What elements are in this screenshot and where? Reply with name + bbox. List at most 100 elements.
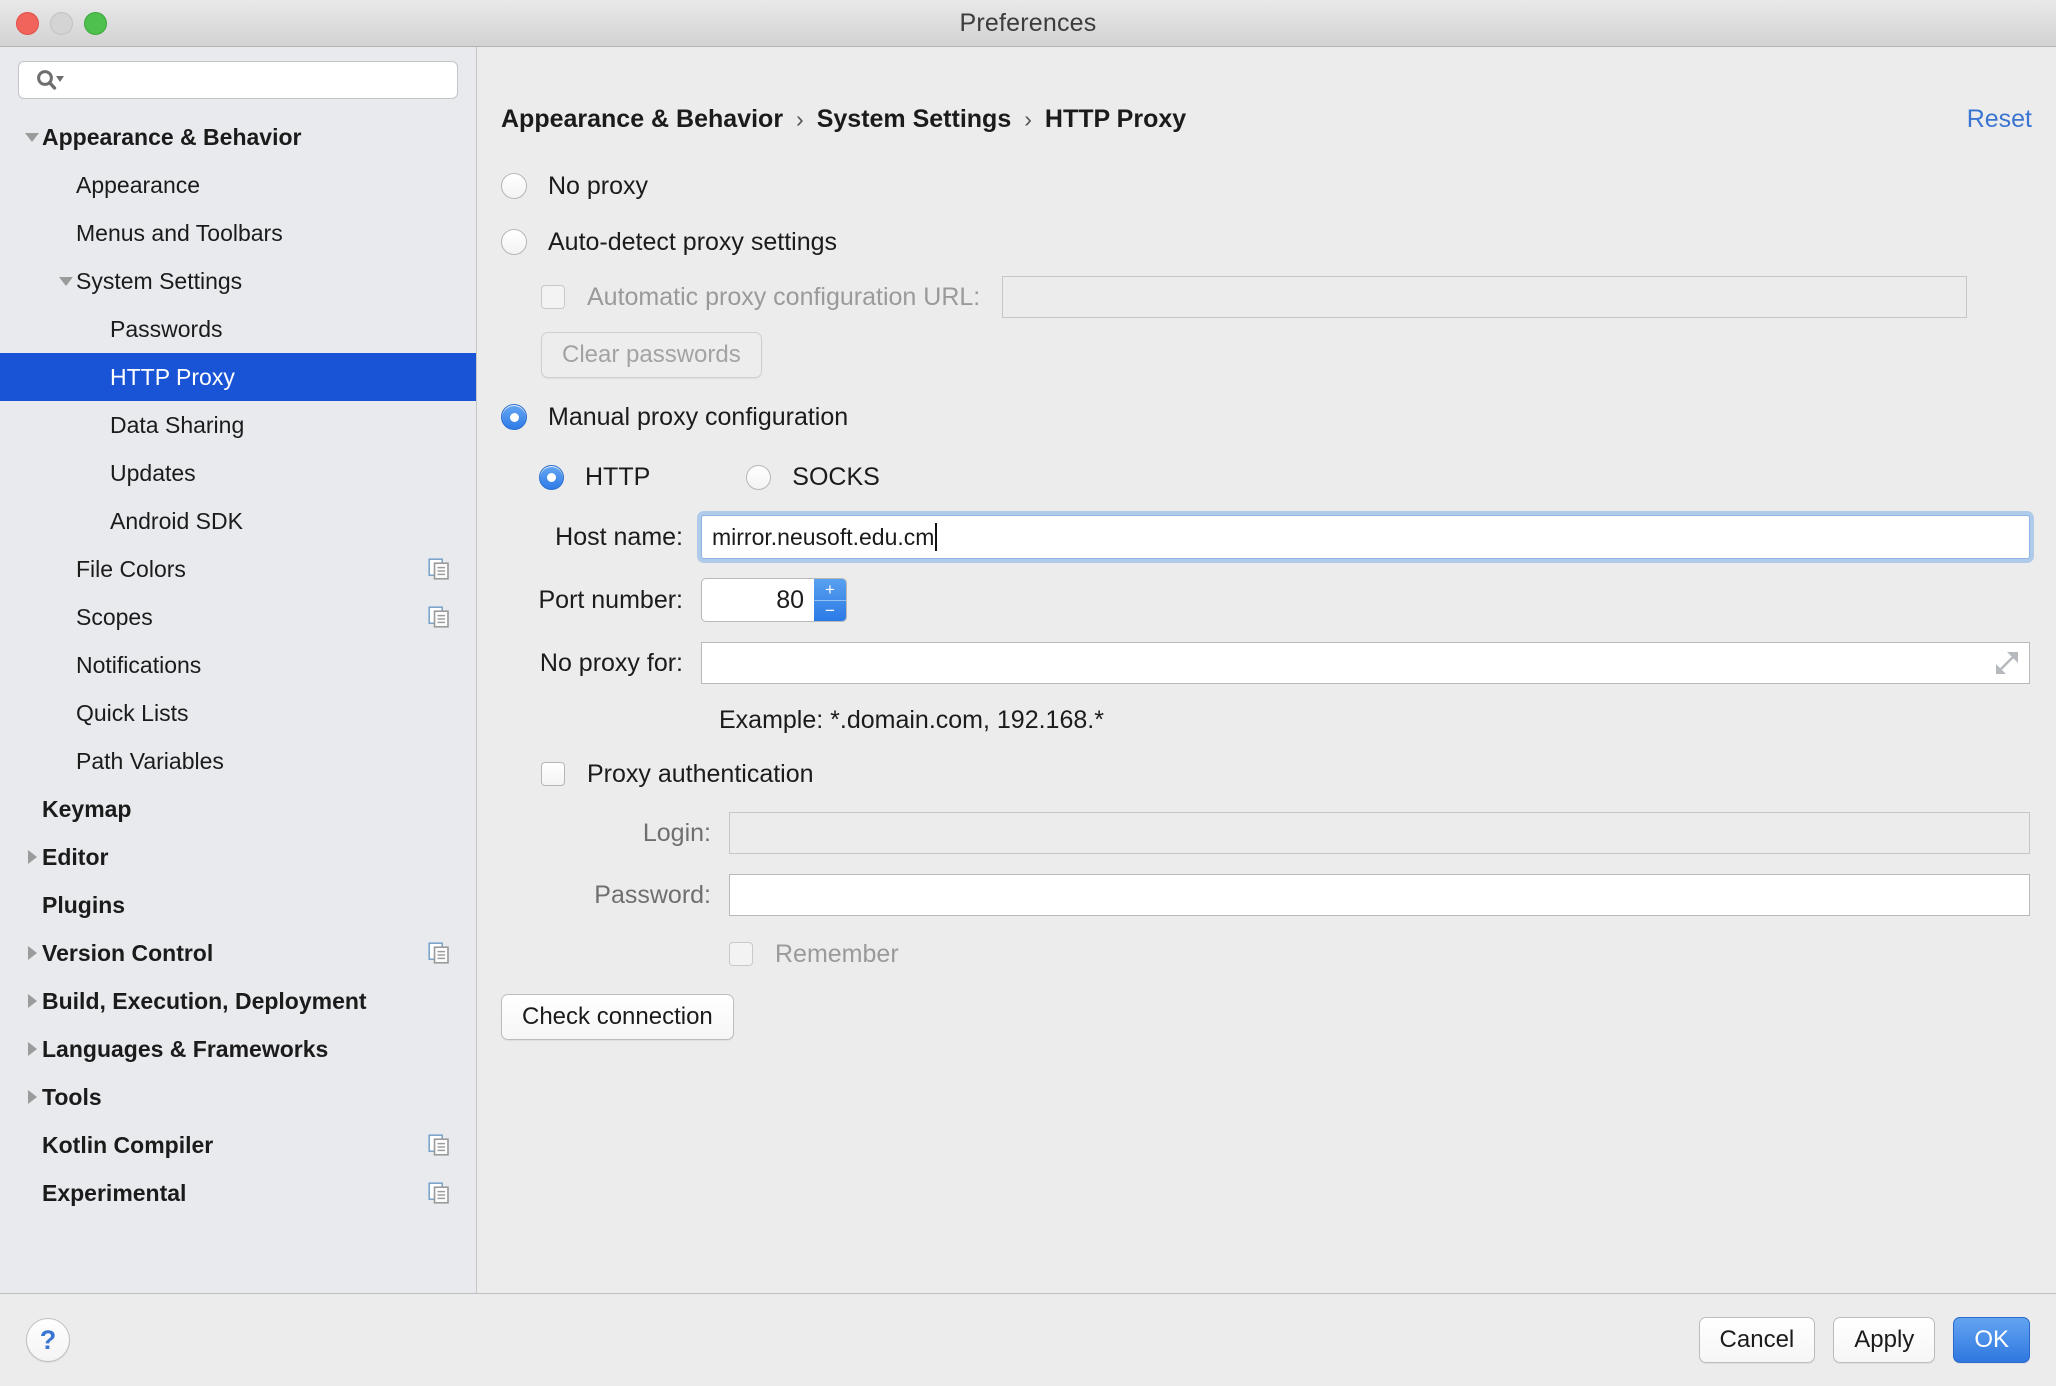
sidebar-item-kotlin-compiler[interactable]: Kotlin Compiler [0,1121,476,1169]
search-input[interactable] [65,69,457,91]
example-row: Example: *.domain.com, 192.168.* [501,694,2042,746]
help-button[interactable]: ? [26,1318,70,1362]
port-increment-button[interactable]: + [814,579,846,601]
socks-radio[interactable] [746,464,772,490]
auto-detect-label: Auto-detect proxy settings [548,227,838,256]
breadcrumb-separator: › [796,106,804,132]
sidebar-item-experimental[interactable]: Experimental [0,1169,476,1217]
sidebar-item-path-variables[interactable]: Path Variables [0,737,476,785]
no-proxy-option[interactable]: No proxy [501,158,2042,214]
clear-passwords-button[interactable]: Clear passwords [541,332,762,378]
clear-passwords-row: Clear passwords [501,324,2042,386]
breadcrumb-item-appearance-behavior[interactable]: Appearance & Behavior [501,105,783,134]
chevron-down-icon[interactable] [56,271,76,291]
manual-proxy-radio[interactable] [501,404,527,430]
breadcrumb-separator: › [1024,106,1032,132]
chevron-down-icon[interactable] [22,127,42,147]
copy-settings-icon[interactable] [428,942,450,964]
sidebar-item-tools[interactable]: Tools [0,1073,476,1121]
protocol-row: HTTP SOCKS [501,448,2042,506]
pac-url-input[interactable] [1002,276,1968,318]
chevron-right-icon[interactable] [22,1039,42,1059]
port-number-stepper[interactable]: 80 + − [701,578,847,622]
sidebar-item-label: HTTP Proxy [110,363,235,390]
chevron-right-icon[interactable] [22,847,42,867]
auto-detect-option[interactable]: Auto-detect proxy settings [501,214,2042,270]
reset-link[interactable]: Reset [1967,105,2032,134]
sidebar-item-label: Version Control [42,939,214,966]
sidebar-item-label: Build, Execution, Deployment [42,987,367,1014]
breadcrumb-item-system-settings[interactable]: System Settings [817,105,1012,134]
chevron-right-icon[interactable] [22,1087,42,1107]
proxy-auth-checkbox[interactable] [541,762,565,786]
copy-settings-icon[interactable] [428,606,450,628]
password-input[interactable] [729,874,2030,916]
copy-settings-icon[interactable] [428,1182,450,1204]
sidebar-item-keymap[interactable]: Keymap [0,785,476,833]
sidebar-item-label: Android SDK [110,507,243,534]
sidebar-item-build-execution-deployment[interactable]: Build, Execution, Deployment [0,977,476,1025]
sidebar-item-menus-and-toolbars[interactable]: Menus and Toolbars [0,209,476,257]
sidebar-item-label: Editor [42,843,109,870]
sidebar-search-wrap [0,47,476,109]
pac-url-checkbox[interactable] [541,285,565,309]
preferences-window: Preferences Appearance & Behavior Appeara [0,0,2056,1386]
close-window-button[interactable] [16,11,39,35]
sidebar-item-data-sharing[interactable]: Data Sharing [0,401,476,449]
sidebar-item-version-control[interactable]: Version Control [0,929,476,977]
proxy-auth-option[interactable]: Proxy authentication [501,746,2042,802]
http-radio[interactable] [539,464,564,490]
sidebar-item-android-sdk[interactable]: Android SDK [0,497,476,545]
check-connection-button[interactable]: Check connection [501,994,734,1040]
host-name-label: Host name: [555,522,683,551]
sidebar-item-label: Experimental [42,1179,187,1206]
apply-button[interactable]: Apply [1833,1317,1936,1363]
chevron-right-icon[interactable] [22,943,42,963]
search-box[interactable] [18,61,458,99]
remember-option[interactable]: Remember [501,926,2042,982]
no-proxy-for-input[interactable] [701,642,2030,684]
minimize-window-button[interactable] [50,11,73,35]
login-input[interactable] [729,812,2030,854]
sidebar-item-http-proxy[interactable]: HTTP Proxy [0,353,476,401]
no-proxy-for-row: No proxy for: [501,632,2042,694]
sidebar-item-updates[interactable]: Updates [0,449,476,497]
footer-actions: Cancel Apply OK [1698,1317,2030,1363]
maximize-window-button[interactable] [84,11,107,35]
sidebar-item-quick-lists[interactable]: Quick Lists [0,689,476,737]
sidebar-item-editor[interactable]: Editor [0,833,476,881]
manual-proxy-option[interactable]: Manual proxy configuration [501,386,2042,448]
port-decrement-button[interactable]: − [814,601,846,622]
sidebar-item-plugins[interactable]: Plugins [0,881,476,929]
sidebar-item-languages-frameworks[interactable]: Languages & Frameworks [0,1025,476,1073]
chevron-right-icon[interactable] [22,991,42,1011]
check-connection-row: Check connection [501,982,2042,1044]
window-titlebar: Preferences [0,0,2056,47]
port-stepper-buttons[interactable]: + − [814,579,846,621]
cancel-button[interactable]: Cancel [1698,1317,1816,1363]
sidebar-item-scopes[interactable]: Scopes [0,593,476,641]
sidebar-item-file-colors[interactable]: File Colors [0,545,476,593]
sidebar-item-appearance-behavior[interactable]: Appearance & Behavior [0,113,476,161]
remember-checkbox[interactable] [729,942,753,966]
sidebar-item-system-settings[interactable]: System Settings [0,257,476,305]
sidebar-item-notifications[interactable]: Notifications [0,641,476,689]
host-name-input[interactable]: mirror.neusoft.edu.cm [701,515,2030,559]
no-proxy-radio[interactable] [501,173,527,199]
expand-icon[interactable] [1993,650,2019,676]
sidebar-item-appearance[interactable]: Appearance [0,161,476,209]
auto-detect-radio[interactable] [501,229,527,255]
port-number-value[interactable]: 80 [702,579,814,621]
sidebar-item-passwords[interactable]: Passwords [0,305,476,353]
copy-settings-icon[interactable] [428,1134,450,1156]
ok-button[interactable]: OK [1953,1317,2030,1363]
breadcrumb-item-http-proxy: HTTP Proxy [1044,105,1187,133]
dialog-footer: ? Cancel Apply OK [0,1293,2056,1386]
copy-settings-icon[interactable] [428,558,450,580]
